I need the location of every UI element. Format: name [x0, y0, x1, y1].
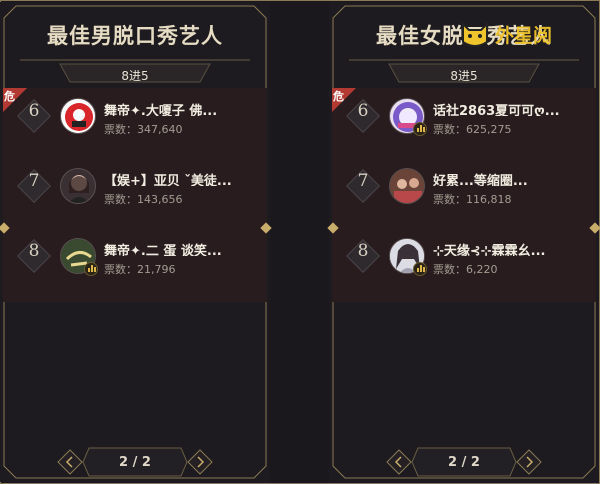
pagination: 2 / 2 — [57, 446, 213, 480]
watermark-logo: 外星阅 — [459, 14, 589, 54]
list-item[interactable]: 6 舞帝✦.大嗄子 佛... 票数：347,640 — [17, 96, 258, 140]
male-category-panel: 最佳男脱口秀艺人 8进5 危 6 舞帝✦.大嗄子 佛... 票数：347,640… — [0, 2, 272, 482]
rank-number: 8 — [28, 241, 40, 261]
vote-count: 票数：6,220 — [433, 263, 498, 276]
panel-title: 最佳男脱口秀艺人 — [47, 23, 223, 48]
artist-name[interactable]: 话社2863夏可可ღ... — [433, 100, 583, 116]
group-photo-avatar[interactable] — [389, 168, 425, 204]
artist-name[interactable]: 好累...等缩圈... — [433, 170, 583, 186]
list-item[interactable]: 7 【娱+】亚贝 ˇ美徒... 票数：143,656 — [17, 166, 258, 210]
list-item[interactable]: 6 话社2863夏可可ღ... 票数：625,275 — [346, 96, 587, 140]
rank-number: 8 — [357, 241, 369, 261]
vote-count: 票数：21,796 — [104, 263, 176, 276]
bar-chart-icon — [413, 122, 427, 136]
cat-face-logo-icon — [462, 21, 488, 47]
girl-photo-avatar[interactable] — [60, 168, 96, 204]
pagination: 2 / 2 — [386, 446, 542, 480]
vote-count: 票数：143,656 — [104, 193, 183, 206]
rank-number: 6 — [357, 101, 369, 121]
round-label: 8进5 — [450, 69, 478, 83]
artist-name[interactable]: ⊹天缘⊰⊹霖霖幺... — [433, 240, 583, 256]
page-indicator: 2 / 2 — [119, 455, 151, 470]
bar-chart-icon — [413, 262, 427, 276]
next-page-button[interactable] — [516, 449, 542, 475]
artist-name[interactable]: 舞帝✦.大嗄子 佛... — [104, 100, 254, 116]
watermark-text: 外星阅 — [495, 25, 553, 47]
artist-name[interactable]: 【娱+】亚贝 ˇ美徒... — [104, 170, 254, 186]
vote-count: 票数：625,275 — [433, 123, 512, 136]
list-item[interactable]: 7 好累...等缩圈... 票数：116,818 — [346, 166, 587, 210]
vote-count: 票数：347,640 — [104, 123, 183, 136]
red-character-avatar[interactable] — [60, 98, 96, 134]
rank-number: 7 — [28, 171, 40, 191]
page-indicator: 2 / 2 — [448, 455, 480, 470]
next-page-button[interactable] — [187, 449, 213, 475]
rank-number: 6 — [28, 101, 40, 121]
round-label: 8进5 — [121, 69, 149, 83]
list-item[interactable]: 8 ⊹天缘⊰⊹霖霖幺... 票数：6,220 — [346, 236, 587, 280]
danger-label: 危 — [333, 90, 344, 103]
rank-number: 7 — [357, 171, 369, 191]
danger-label: 危 — [4, 90, 15, 103]
vote-count: 票数：116,818 — [433, 193, 512, 206]
female-category-panel: 最佳女脱口秀艺人 8进5 危 6 话社2863夏可可ღ... 票数：625,27… — [327, 2, 600, 482]
artist-name[interactable]: 舞帝✦.二 蛋 谈笑... — [104, 240, 254, 256]
list-item[interactable]: 8 舞帝✦.二 蛋 谈笑... 票数：21,796 — [17, 236, 258, 280]
bar-chart-icon — [84, 262, 98, 276]
